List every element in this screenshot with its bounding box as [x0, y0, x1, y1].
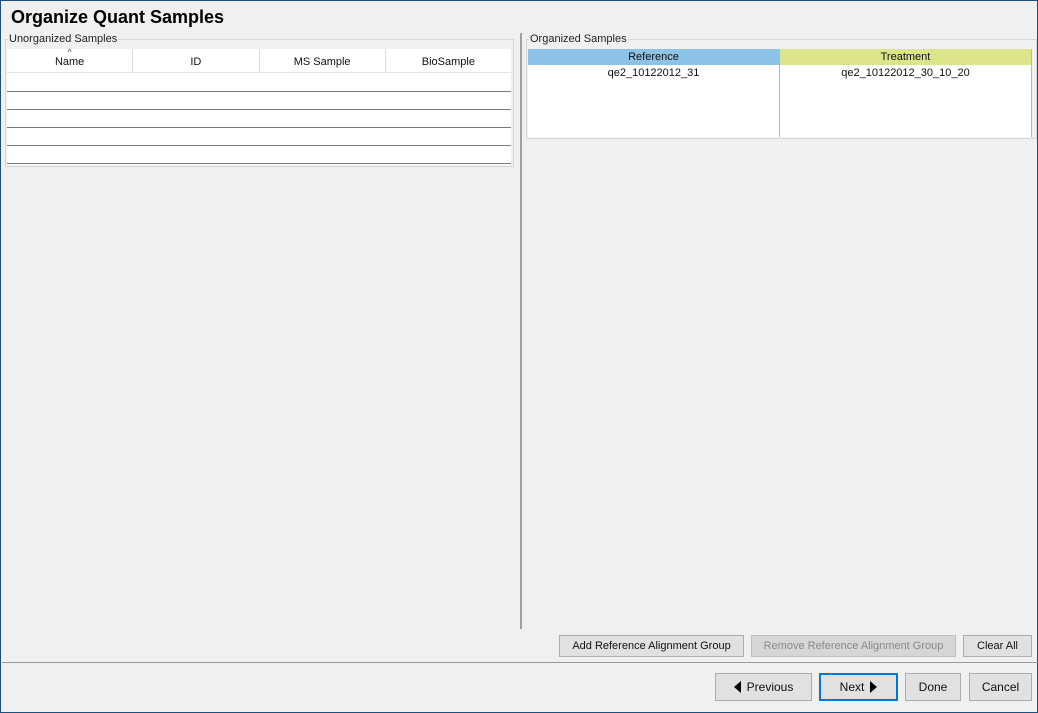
- split-pane-divider[interactable]: [520, 33, 522, 629]
- table-header: ^ Name ID MS Sample BioSample: [7, 47, 511, 73]
- organized-samples-label: Organized Samples: [529, 33, 628, 45]
- done-button[interactable]: Done: [905, 673, 961, 701]
- sort-ascending-icon: ^: [67, 47, 72, 57]
- page-title: Organize Quant Samples: [11, 7, 225, 27]
- column-header-ms-sample[interactable]: MS Sample: [260, 49, 386, 72]
- table-row[interactable]: [7, 163, 511, 164]
- table-row[interactable]: [7, 91, 511, 92]
- table-row[interactable]: [7, 145, 511, 146]
- column-header-biosample[interactable]: BioSample: [386, 49, 511, 72]
- reference-sample-cell[interactable]: qe2_10122012_31: [528, 65, 779, 81]
- unorganized-samples-label: Unorganized Samples: [8, 33, 119, 45]
- add-reference-alignment-group-button[interactable]: Add Reference Alignment Group: [559, 635, 744, 657]
- next-button[interactable]: Next: [819, 673, 898, 701]
- footer-separator: [2, 662, 1038, 663]
- organized-samples-table: Reference qe2_10122012_31 Treatment qe2_…: [528, 49, 1032, 137]
- table-row[interactable]: [7, 127, 511, 128]
- previous-button[interactable]: Previous: [715, 673, 812, 701]
- clear-all-button[interactable]: Clear All: [963, 635, 1032, 657]
- unorganized-samples-table[interactable]: ^ Name ID MS Sample BioSample: [7, 47, 511, 165]
- treatment-sample-cell[interactable]: qe2_10122012_30_10_20: [780, 65, 1031, 81]
- reference-header[interactable]: Reference: [528, 49, 779, 65]
- arrow-right-icon: [870, 681, 878, 693]
- cancel-button[interactable]: Cancel: [969, 673, 1032, 701]
- remove-reference-alignment-group-button[interactable]: Remove Reference Alignment Group: [751, 635, 956, 657]
- organize-quant-samples-window: Organize Quant Samples Unorganized Sampl…: [0, 0, 1038, 713]
- table-row[interactable]: [7, 109, 511, 110]
- treatment-column[interactable]: Treatment qe2_10122012_30_10_20: [780, 49, 1032, 137]
- column-header-id[interactable]: ID: [133, 49, 260, 72]
- treatment-header[interactable]: Treatment: [780, 49, 1031, 65]
- arrow-left-icon: [733, 681, 741, 693]
- column-header-name[interactable]: ^ Name: [7, 47, 134, 72]
- reference-column[interactable]: Reference qe2_10122012_31: [528, 49, 780, 137]
